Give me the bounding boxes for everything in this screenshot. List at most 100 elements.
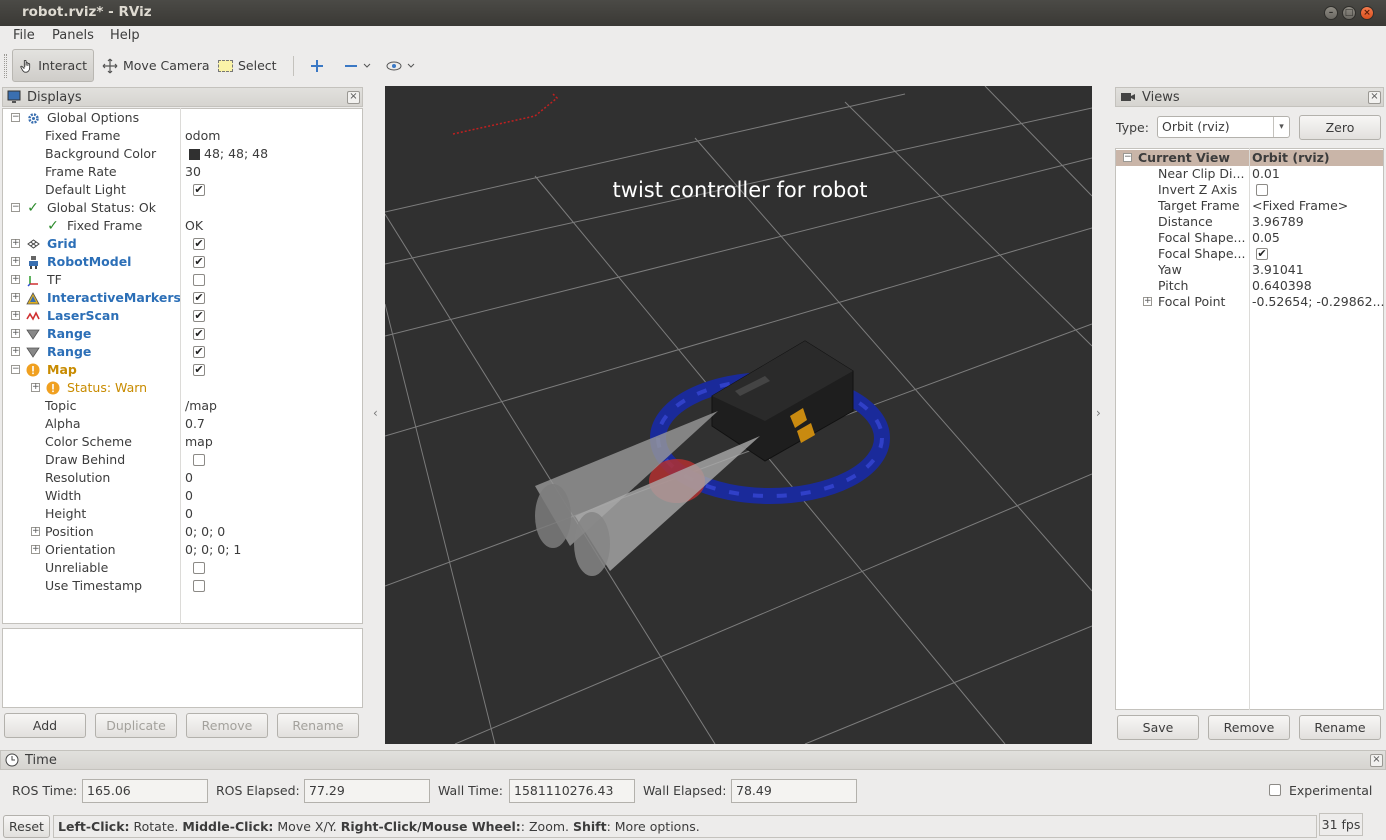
tree-value[interactable]: /map xyxy=(185,398,217,413)
toolbar-grip[interactable] xyxy=(4,54,7,78)
expand-icon[interactable]: + xyxy=(1143,297,1152,306)
tree-row-range-1[interactable]: + Range ✔ xyxy=(3,325,362,343)
tree-value[interactable]: odom xyxy=(185,128,220,143)
wall-elapsed-field[interactable]: 78.49 xyxy=(731,779,857,803)
tree-row-default-light[interactable]: Default Light ✔ xyxy=(3,181,362,199)
maximize-icon[interactable]: □ xyxy=(1342,6,1356,20)
tree-value[interactable]: 30 xyxy=(185,164,201,179)
tree-row-orientation[interactable]: + Orientation 0; 0; 0; 1 xyxy=(3,541,362,559)
tree-row-draw-behind[interactable]: Draw Behind xyxy=(3,451,362,469)
expand-icon[interactable]: + xyxy=(11,239,20,248)
tree-row-resolution[interactable]: Resolution 0 xyxy=(3,469,362,487)
view-value[interactable]: 3.96789 xyxy=(1252,214,1304,229)
expand-icon[interactable]: + xyxy=(11,257,20,266)
view-value[interactable]: <Fixed Frame> xyxy=(1252,198,1348,213)
tree-row-laserscan[interactable]: + LaserScan ✔ xyxy=(3,307,362,325)
tree-row-alpha[interactable]: Alpha 0.7 xyxy=(3,415,362,433)
collapse-icon[interactable]: − xyxy=(1123,153,1132,162)
expand-icon[interactable]: + xyxy=(31,383,40,392)
tree-column-divider[interactable] xyxy=(180,108,181,624)
view-value[interactable]: 3.91041 xyxy=(1252,262,1304,277)
expand-icon[interactable]: + xyxy=(11,275,20,284)
collapse-icon[interactable]: − xyxy=(11,203,20,212)
rename-view-button[interactable]: Rename xyxy=(1299,715,1381,740)
close-icon[interactable]: × xyxy=(1360,6,1374,20)
expand-icon[interactable]: + xyxy=(11,347,20,356)
ros-elapsed-field[interactable]: 77.29 xyxy=(304,779,430,803)
chevron-down-icon[interactable]: ▾ xyxy=(1273,117,1289,137)
close-icon[interactable]: × xyxy=(1370,754,1383,767)
tree-row-use-timestamp[interactable]: Use Timestamp xyxy=(3,577,362,595)
tree-row-global-options[interactable]: − Global Options xyxy=(3,109,362,127)
tree-row-fixed-frame[interactable]: Fixed Frame odom xyxy=(3,127,362,145)
interact-tool-button[interactable]: Interact xyxy=(12,49,94,82)
save-view-button[interactable]: Save xyxy=(1117,715,1199,740)
menu-panels[interactable]: Panels xyxy=(52,28,94,43)
laserscan-checkbox[interactable]: ✔ xyxy=(193,310,205,322)
tree-row-background-color[interactable]: Background Color 48; 48; 48 xyxy=(3,145,362,163)
move-camera-tool-button[interactable]: Move Camera xyxy=(96,49,216,82)
tree-row-robotmodel[interactable]: + RobotModel ✔ xyxy=(3,253,362,271)
focal-shape-checkbox[interactable]: ✔ xyxy=(1256,248,1268,260)
view-value[interactable]: 0.01 xyxy=(1252,166,1280,181)
tree-row-position[interactable]: + Position 0; 0; 0 xyxy=(3,523,362,541)
tree-row-frame-rate[interactable]: Frame Rate 30 xyxy=(3,163,362,181)
remove-display-button[interactable]: Remove xyxy=(186,713,268,738)
collapse-right-icon[interactable]: › xyxy=(1096,406,1101,420)
view-value[interactable]: 0.05 xyxy=(1252,230,1280,245)
map-checkbox[interactable]: ✔ xyxy=(193,364,205,376)
render-viewport-3d[interactable]: twist controller for robot xyxy=(385,86,1092,744)
tree-row-map[interactable]: − Map ✔ xyxy=(3,361,362,379)
view-tool-button[interactable] xyxy=(380,49,421,82)
tree-row-interactivemarkers[interactable]: + InteractiveMarkers ✔ xyxy=(3,289,362,307)
tree-value[interactable]: 48; 48; 48 xyxy=(204,146,268,161)
collapse-icon[interactable]: − xyxy=(11,113,20,122)
interactivemarkers-checkbox[interactable]: ✔ xyxy=(193,292,205,304)
range-2-checkbox[interactable]: ✔ xyxy=(193,346,205,358)
collapse-left-icon[interactable]: ‹ xyxy=(373,406,378,420)
tree-row-tf[interactable]: + TF xyxy=(3,271,362,289)
tree-row-range-2[interactable]: + Range ✔ xyxy=(3,343,362,361)
grid-checkbox[interactable]: ✔ xyxy=(193,238,205,250)
views-column-divider[interactable] xyxy=(1249,148,1250,710)
reset-button[interactable]: Reset xyxy=(3,815,50,838)
menu-help[interactable]: Help xyxy=(110,28,140,43)
remove-view-button[interactable]: Remove xyxy=(1208,715,1290,740)
view-type-select[interactable]: Orbit (rviz) ▾ xyxy=(1157,116,1290,138)
expand-icon[interactable]: + xyxy=(31,545,40,554)
wall-time-field[interactable]: 1581110276.43 xyxy=(509,779,635,803)
expand-icon[interactable]: + xyxy=(31,527,40,536)
add-display-button[interactable]: Add xyxy=(4,713,86,738)
rename-display-button[interactable]: Rename xyxy=(277,713,359,738)
use-timestamp-checkbox[interactable] xyxy=(193,580,205,592)
invert-z-checkbox[interactable] xyxy=(1256,184,1268,196)
add-tool-button[interactable] xyxy=(304,49,330,82)
default-light-checkbox[interactable]: ✔ xyxy=(193,184,205,196)
tree-value[interactable]: map xyxy=(185,434,213,449)
menu-file[interactable]: File xyxy=(13,28,35,43)
duplicate-display-button[interactable]: Duplicate xyxy=(95,713,177,738)
tree-row-status-fixed-frame[interactable]: ✓ Fixed Frame OK xyxy=(3,217,362,235)
zero-button[interactable]: Zero xyxy=(1299,115,1381,140)
remove-tool-button[interactable] xyxy=(338,49,377,82)
tree-row-topic[interactable]: Topic /map xyxy=(3,397,362,415)
expand-icon[interactable]: + xyxy=(11,329,20,338)
expand-icon[interactable]: + xyxy=(11,311,20,320)
tree-row-height[interactable]: Height 0 xyxy=(3,505,362,523)
tree-row-map-status[interactable]: + Status: Warn xyxy=(3,379,362,397)
expand-icon[interactable]: + xyxy=(11,293,20,302)
unreliable-checkbox[interactable] xyxy=(193,562,205,574)
tree-row-color-scheme[interactable]: Color Scheme map xyxy=(3,433,362,451)
tree-row-unreliable[interactable]: Unreliable xyxy=(3,559,362,577)
robotmodel-checkbox[interactable]: ✔ xyxy=(193,256,205,268)
color-swatch[interactable] xyxy=(189,149,200,160)
experimental-checkbox[interactable] xyxy=(1269,784,1281,796)
tree-row-global-status[interactable]: − ✓ Global Status: Ok xyxy=(3,199,362,217)
draw-behind-checkbox[interactable] xyxy=(193,454,205,466)
tree-row-grid[interactable]: + Grid ✔ xyxy=(3,235,362,253)
tree-value[interactable]: 0.7 xyxy=(185,416,205,431)
tree-row-width[interactable]: Width 0 xyxy=(3,487,362,505)
select-tool-button[interactable]: Select xyxy=(212,49,283,82)
view-value[interactable]: 0.640398 xyxy=(1252,278,1312,293)
tf-checkbox[interactable] xyxy=(193,274,205,286)
